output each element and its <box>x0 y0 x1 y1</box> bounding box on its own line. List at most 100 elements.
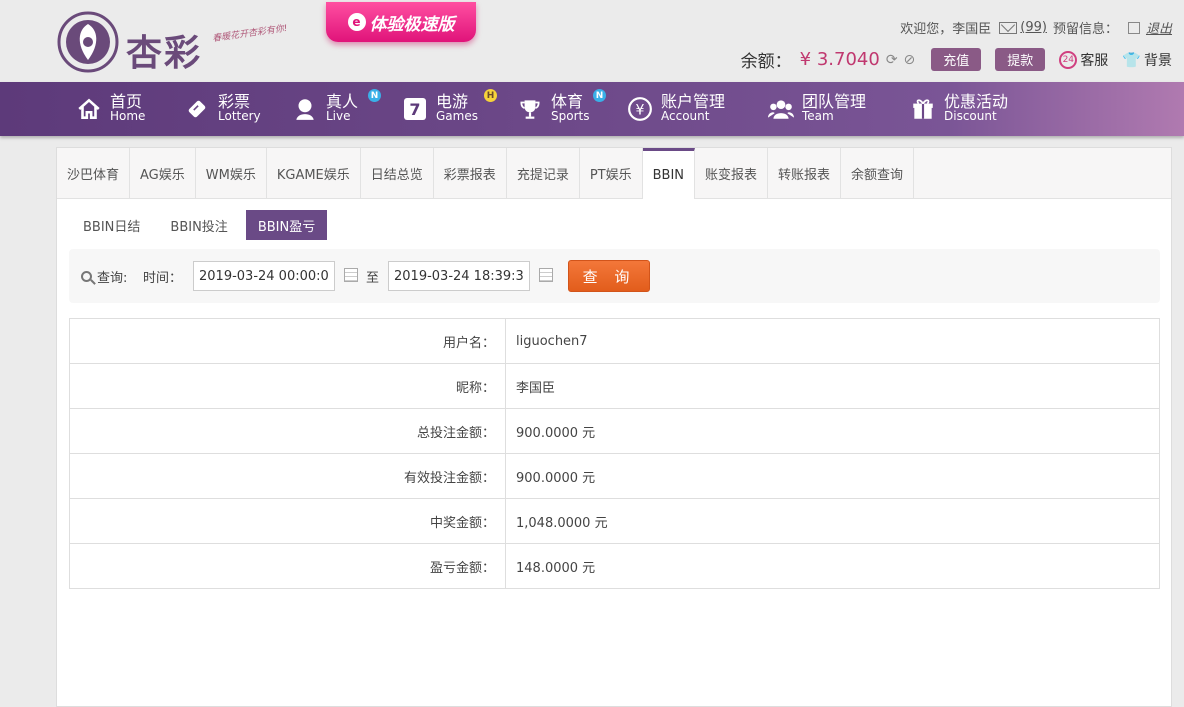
table-row: 盈亏金额： 148.0000 元 <box>69 543 1160 589</box>
tab-transfer-report[interactable]: 转账报表 <box>768 148 842 198</box>
customer-service-label: 客服 <box>1080 52 1109 69</box>
brand-name: 杏彩 <box>126 32 203 74</box>
trophy-icon <box>520 100 540 119</box>
row-label: 用户名： <box>69 318 506 364</box>
username: 李国臣 <box>952 22 992 37</box>
message-count-link[interactable]: (99) <box>1020 20 1047 35</box>
nav-account-en: Account <box>661 109 710 123</box>
nav-item-home[interactable]: 首页 Home <box>76 82 145 136</box>
row-value: 900.0000 元 <box>505 453 1160 499</box>
edit-icon[interactable] <box>1127 21 1140 34</box>
row-value: 148.0000 元 <box>505 543 1160 589</box>
nav-games-cn: 电游 <box>436 92 469 111</box>
tab-kgame[interactable]: KGAME娱乐 <box>267 148 361 198</box>
lightning-icon: e <box>347 13 366 31</box>
gift-icon <box>913 99 933 119</box>
nav-item-sports[interactable]: 体育 Sports N <box>517 82 606 136</box>
row-value: 900.0000 元 <box>505 408 1160 454</box>
time-label: 时间： <box>143 271 183 286</box>
new-badge: N <box>593 89 606 102</box>
svg-text:¥: ¥ <box>636 102 645 118</box>
logout-link[interactable]: 退出 <box>1146 18 1172 37</box>
deposit-button[interactable]: 充值 <box>931 48 982 71</box>
nav-team-cn: 团队管理 <box>802 92 867 111</box>
balance-label: 余额： <box>740 52 792 72</box>
dealer-icon <box>296 99 314 120</box>
header: 杏彩 春暖花开杏彩有你! e 体验极速版 欢迎您， 李国臣 (99) 预留信息：… <box>0 0 1184 82</box>
tab-shaba-sports[interactable]: 沙巴体育 <box>57 148 131 198</box>
query-label-text: 查询: <box>97 271 128 286</box>
nav-live-en: Live <box>326 109 351 123</box>
row-value: liguochen7 <box>505 318 1160 364</box>
background-link[interactable]: 👕 背景 <box>1122 50 1172 70</box>
row-value: 1,048.0000 元 <box>505 498 1160 544</box>
end-date-input[interactable] <box>388 261 530 291</box>
main-nav: 首页 Home 彩票 Lottery 真人 Live N 7 电游 Games H 体育… <box>0 82 1184 136</box>
shirt-icon: 👕 <box>1122 50 1141 69</box>
row-label: 有效投注金额： <box>69 453 506 499</box>
welcome-text: 欢迎您， <box>900 22 953 37</box>
speed-version-label: 体验极速版 <box>369 14 455 35</box>
tab-deposit-withdraw[interactable]: 充提记录 <box>507 148 580 198</box>
tab-daily-overview[interactable]: 日结总览 <box>361 148 434 198</box>
nav-item-live[interactable]: 真人 Live N <box>292 82 381 136</box>
query-bar: 查询: 时间： 至 查 询 <box>69 249 1160 303</box>
nav-item-account[interactable]: ¥ 账户管理 Account <box>627 82 725 136</box>
query-button[interactable]: 查 询 <box>568 260 650 292</box>
customer-service-link[interactable]: 24 客服 <box>1059 50 1108 70</box>
yen-icon: ¥ <box>628 97 652 121</box>
brand-slogan: 春暖花开杏彩有你! <box>211 23 289 45</box>
to-label: 至 <box>366 271 380 286</box>
start-date-input[interactable] <box>193 261 335 291</box>
subtab-bbin-bets[interactable]: BBIN投注 <box>158 210 239 240</box>
table-row: 用户名： liguochen7 <box>69 318 1160 364</box>
row-value: 李国臣 <box>505 363 1160 409</box>
tab-ag[interactable]: AG娱乐 <box>130 148 196 198</box>
nav-discount-cn: 优惠活动 <box>944 92 1009 111</box>
hide-eye-icon[interactable]: ⊘ <box>904 52 916 68</box>
nav-team-en: Team <box>802 109 834 123</box>
brand-logo[interactable]: 杏彩 春暖花开杏彩有你! <box>56 10 288 74</box>
reserved-info-label: 预留信息： <box>1052 22 1118 37</box>
row-label: 中奖金额： <box>69 498 506 544</box>
tab-pt[interactable]: PT娱乐 <box>580 148 643 198</box>
row-label: 总投注金额： <box>69 408 506 454</box>
mail-icon[interactable] <box>999 21 1018 34</box>
nav-lottery-en: Lottery <box>218 109 261 123</box>
tab-wm[interactable]: WM娱乐 <box>196 148 267 198</box>
calendar-icon[interactable] <box>344 268 358 282</box>
nav-item-team[interactable]: 团队管理 Team <box>768 82 866 136</box>
calendar-icon[interactable] <box>539 268 553 282</box>
row-label: 盈亏金额： <box>69 543 506 589</box>
search-icon <box>81 271 92 282</box>
profit-result-table: 用户名： liguochen7 昵称： 李国臣 总投注金额： 900.0000 元 有… <box>69 318 1160 589</box>
subtab-bbin-profit[interactable]: BBIN盈亏 <box>245 210 328 240</box>
tab-balance-change[interactable]: 账变报表 <box>695 148 769 198</box>
home-icon <box>78 98 100 119</box>
ticket-icon <box>188 100 206 118</box>
background-label: 背景 <box>1144 52 1172 69</box>
balance-bar: 余额： ¥ 3.7040 ⟳ ⊘ 充值 提款 24 客服 👕 背景 <box>741 47 1172 72</box>
speed-version-button[interactable]: e 体验极速版 <box>326 2 476 42</box>
logo-emblem-icon <box>57 11 119 73</box>
hot-badge: H <box>484 89 497 102</box>
table-row: 昵称： 李国臣 <box>69 363 1160 409</box>
nav-item-discount[interactable]: 优惠活动 Discount <box>910 82 1008 136</box>
nav-sports-cn: 体育 <box>551 92 584 111</box>
user-bar: 欢迎您， 李国臣 (99) 预留信息： 退出 <box>900 18 1172 37</box>
subtab-bbin-daily[interactable]: BBIN日结 <box>71 210 152 240</box>
refresh-icon[interactable]: ⟳ <box>886 52 898 68</box>
report-panel: 沙巴体育 AG娱乐 WM娱乐 KGAME娱乐 日结总览 彩票报表 充提记录 PT… <box>56 147 1172 707</box>
row-label: 昵称： <box>69 363 506 409</box>
tab-bbin[interactable]: BBIN <box>642 148 696 199</box>
tab-lottery-report[interactable]: 彩票报表 <box>434 148 507 198</box>
tab-balance-query[interactable]: 余额查询 <box>841 148 915 198</box>
nav-discount-en: Discount <box>944 109 997 123</box>
nav-home-en: Home <box>110 109 146 123</box>
new-badge: N <box>368 89 381 102</box>
query-label: 查询: <box>81 267 127 286</box>
team-icon <box>768 100 794 119</box>
nav-item-lottery[interactable]: 彩票 Lottery <box>184 82 261 136</box>
withdraw-button[interactable]: 提款 <box>995 48 1046 71</box>
nav-item-games[interactable]: 7 电游 Games H <box>402 82 497 136</box>
